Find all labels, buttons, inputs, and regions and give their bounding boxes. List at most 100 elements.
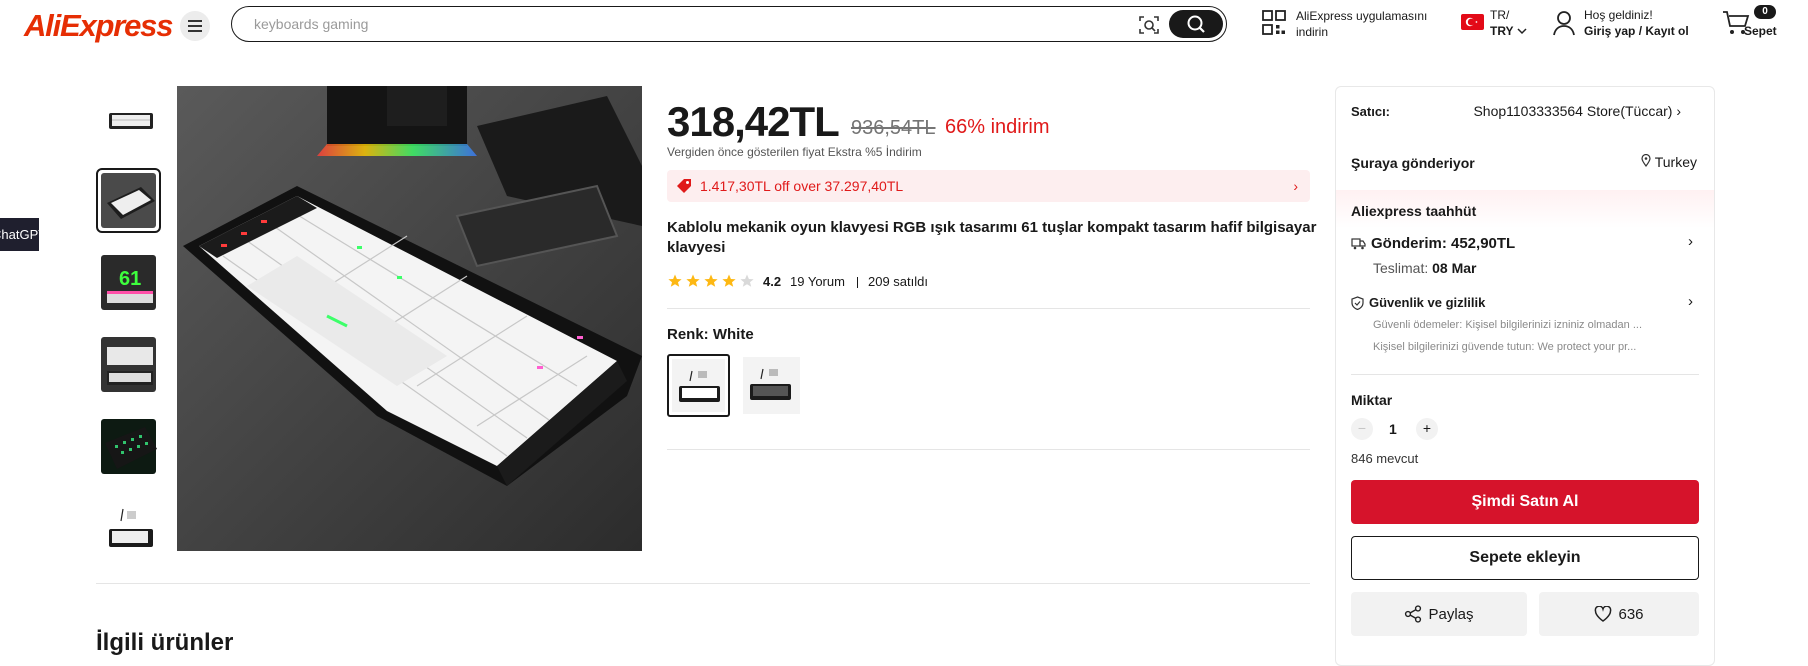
signin-link[interactable]: Giriş yap / Kayıt ol (1584, 23, 1689, 39)
star-rating (668, 274, 754, 287)
thumbnail-image (101, 501, 156, 556)
star-icon (686, 274, 700, 287)
thumbnail-2-selected[interactable] (96, 168, 161, 233)
divider (857, 277, 858, 288)
thumbnail-image: 61 (101, 255, 156, 310)
coupon-text: 1.417,30TL off over 37.297,40TL (700, 178, 904, 194)
chevron-right-icon[interactable]: › (1688, 293, 1693, 310)
search-bar (231, 6, 1227, 42)
share-label: Paylaş (1428, 605, 1474, 623)
thumbnail-3[interactable]: 61 (96, 250, 161, 315)
original-price: 936,54TL (851, 117, 936, 139)
language-label: TR/ (1490, 8, 1510, 22)
language-currency-selector[interactable]: TR/ TRY (1490, 7, 1527, 39)
star-icon (668, 274, 682, 287)
shipping-cost: Gönderim: 452,90TL (1371, 235, 1516, 252)
delivery-label: Teslimat: (1373, 260, 1429, 276)
product-title: Kablolu mekanik oyun klavyesi RGB ışık t… (667, 219, 1317, 256)
divider (1351, 374, 1699, 375)
quantity-label: Miktar (1351, 392, 1393, 408)
discount-label: 66% indirim (945, 116, 1050, 138)
cart-label[interactable]: Sepet (1744, 24, 1777, 38)
chevron-right-icon: › (1676, 103, 1681, 119)
search-icon (1187, 15, 1205, 33)
sold-count: 209 satıldı (868, 274, 928, 289)
divider (667, 449, 1310, 450)
cart-count-badge: 0 (1754, 5, 1776, 19)
thumbnail-5[interactable] (96, 414, 161, 479)
chatgpt-side-tab[interactable]: ChatGPT (0, 218, 39, 251)
thumbnail-4[interactable] (96, 332, 161, 397)
stock-available: 846 mevcut (1351, 451, 1419, 466)
heart-icon (1595, 606, 1612, 622)
quantity-decrease-button[interactable]: − (1351, 418, 1373, 440)
color-option-white[interactable] (667, 354, 730, 417)
color-swatch-image (672, 359, 725, 412)
image-search-icon[interactable] (1138, 14, 1160, 36)
security-line-2: Kişisel bilgilerinizi güvende tutun: We … (1373, 341, 1637, 353)
star-icon (722, 274, 736, 287)
hamburger-icon (188, 20, 202, 32)
welcome-text: Hoş geldiniz! (1584, 8, 1653, 22)
shield-icon (1351, 295, 1364, 310)
delivery-row: Teslimat: 08 Mar (1373, 260, 1476, 276)
tax-note: Vergiden önce gösterilen fiyat Ekstra %5… (667, 145, 922, 159)
logo-text: AliExpress (24, 8, 173, 43)
seller-label: Satıcı: (1351, 104, 1391, 119)
turkey-flag-icon (1461, 14, 1484, 30)
quantity-value[interactable]: 1 (1389, 421, 1397, 437)
search-input[interactable] (254, 14, 1114, 34)
star-icon (740, 274, 754, 287)
divider (667, 308, 1310, 309)
thumbnail-image (101, 337, 156, 392)
color-swatch-image (743, 357, 800, 414)
chevron-down-icon (1517, 28, 1527, 35)
buy-now-button[interactable]: Şimdi Satın Al (1351, 480, 1699, 524)
wishlist-button[interactable]: 636 (1539, 592, 1699, 636)
color-label: Renk: White (667, 326, 754, 343)
chevron-right-icon: › (1293, 178, 1298, 194)
current-price: 318,42TL (667, 98, 840, 145)
thumbnail-image (101, 173, 156, 228)
location-pin-icon (1641, 153, 1651, 168)
thumbnail-image (101, 419, 157, 474)
quantity-increase-button[interactable]: + (1416, 418, 1438, 440)
truck-icon (1351, 238, 1366, 250)
rating-value: 4.2 (763, 274, 782, 289)
categories-menu-button[interactable] (180, 11, 210, 41)
ship-to-value: Turkey (1654, 154, 1697, 170)
seller-link[interactable]: Shop1103333564 Store(Tüccar) › (1473, 103, 1681, 119)
shipping-row[interactable]: Gönderim: 452,90TL (1351, 235, 1515, 252)
color-option-black[interactable] (740, 354, 803, 417)
coupon-banner[interactable]: 1.417,30TL off over 37.297,40TL › (667, 170, 1310, 202)
account-menu[interactable]: Hoş geldiniz! Giriş yap / Kayıt ol (1584, 7, 1689, 39)
add-to-cart-button[interactable]: Sepete ekleyin (1351, 536, 1699, 580)
coupon-tag-icon (677, 179, 691, 193)
thumbnail-image (101, 91, 156, 146)
search-button[interactable] (1169, 10, 1223, 38)
star-icon (704, 274, 718, 287)
seller-name: Shop1103333564 Store(Tüccar) (1473, 103, 1673, 119)
user-icon[interactable] (1552, 10, 1576, 36)
app-download-link[interactable]: AliExpress uygulamasını indirin (1296, 8, 1446, 40)
chevron-right-icon[interactable]: › (1688, 233, 1693, 250)
main-product-image[interactable] (177, 86, 642, 551)
thumbnail-1[interactable] (96, 86, 161, 151)
related-products-heading: İlgili ürünler (96, 629, 234, 656)
currency-label: TRY (1490, 24, 1514, 38)
ship-to-label: Şuraya gönderiyor (1351, 155, 1475, 171)
security-row[interactable]: Güvenlik ve gizlilik (1351, 295, 1485, 310)
wishlist-count: 636 (1618, 605, 1644, 623)
security-title: Güvenlik ve gizlilik (1369, 295, 1486, 310)
security-line-1: Güvenli ödemeler: Kişisel bilgilerinizi … (1373, 319, 1643, 331)
share-icon (1405, 605, 1422, 623)
aliexpress-logo[interactable]: AliExpress (24, 8, 173, 44)
qr-code-icon[interactable] (1262, 10, 1286, 36)
delivery-date: 08 Mar (1432, 260, 1477, 276)
commitment-title: Aliexpress taahhüt (1351, 203, 1477, 219)
thumbnail-6[interactable] (96, 496, 161, 561)
share-button[interactable]: Paylaş (1351, 592, 1527, 636)
reviews-link[interactable]: 19 Yorum (790, 274, 845, 289)
ship-to-selector[interactable]: Turkey (1641, 153, 1697, 170)
divider (96, 583, 1310, 584)
